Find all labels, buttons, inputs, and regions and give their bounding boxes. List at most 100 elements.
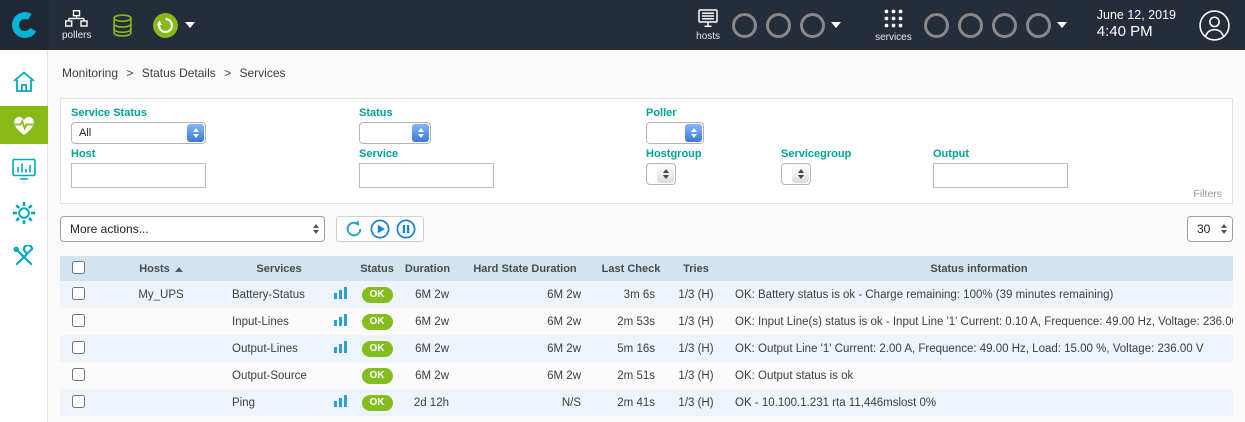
sidebar-item-home[interactable] [0,62,48,100]
row-checkbox[interactable] [72,314,85,327]
last-check-cell: 2m 53s [595,308,667,335]
header-services[interactable]: Services [226,256,326,281]
row-checkbox[interactable] [72,287,85,300]
more-actions-select[interactable]: More actions... [60,216,325,242]
select-arrows-icon [187,124,204,142]
host-name-cell[interactable]: My_UPS [96,281,226,308]
status-information-cell: OK: Output Line '1' Current: 2.00 A, Fre… [725,335,1233,362]
services-label: services [875,32,912,43]
status-information-cell: OK: Input Line(s) status is ok - Input L… [725,308,1233,335]
status-badge: OK [362,287,393,303]
breadcrumb-services[interactable]: Services [239,66,285,80]
reporting-chart-icon [12,158,36,180]
row-checkbox[interactable] [72,341,85,354]
hard-state-duration-cell: 6M 2w [455,308,595,335]
current-date: June 12, 2019 [1097,8,1176,24]
service-graph-icon[interactable] [334,314,347,329]
header-hosts[interactable]: Hosts [96,256,226,281]
service-table-row: Output-Source OK 6M 2w 6M 2w 2m 51s 1/3 … [60,362,1233,389]
services-menu[interactable]: services [875,8,912,43]
servicegroup-select[interactable] [781,163,811,185]
refresh-button[interactable] [344,219,364,239]
hosts-chevron-icon[interactable] [831,22,841,28]
service-graph-icon[interactable] [334,395,347,410]
service-name-cell[interactable]: Ping [226,389,326,416]
last-check-cell: 2m 41s [595,389,667,416]
service-name-cell[interactable]: Output-Lines [226,335,326,362]
pollers-icon [65,10,88,27]
output-label: Output [933,148,969,160]
host-filter-input[interactable] [71,163,206,188]
database-status-icon[interactable] [111,14,134,37]
counter-badge[interactable] [766,13,791,38]
row-checkbox[interactable] [72,395,85,408]
poller-label: Poller [646,107,677,119]
status-badge: OK [362,395,393,411]
more-actions-value: More actions... [70,222,149,236]
sidebar-item-administration[interactable] [0,238,48,276]
pollers-label: pollers [62,30,91,41]
hard-state-duration-cell: 6M 2w [455,362,595,389]
sidebar-item-monitoring[interactable] [0,106,48,144]
tries-cell: 1/3 (H) [667,335,725,362]
host-name-cell[interactable] [96,389,226,416]
poller-status-chevron-icon[interactable] [185,22,195,28]
service-table-row: Input-Lines OK 6M 2w 6M 2w 2m 53s 1/3 (H… [60,308,1233,335]
play-button[interactable] [370,219,390,239]
sidebar-item-configuration[interactable] [0,194,48,232]
monitoring-heart-icon [11,113,37,137]
header-duration[interactable]: Duration [400,256,455,281]
pollers-menu[interactable]: pollers [62,10,91,41]
counter-badge[interactable] [924,13,949,38]
header-status[interactable]: Status [354,256,400,281]
host-name-cell[interactable] [96,335,226,362]
counter-badge[interactable] [800,13,825,38]
sidebar [0,50,48,422]
service-filter-input[interactable] [359,163,494,188]
pause-icon [396,219,416,239]
hard-state-duration-cell: 6M 2w [455,335,595,362]
counter-badge[interactable] [992,13,1017,38]
hosts-menu[interactable]: hosts [696,9,720,42]
host-name-cell[interactable] [96,308,226,335]
hosts-label: hosts [696,31,720,42]
service-name-cell[interactable]: Input-Lines [226,308,326,335]
output-filter-input[interactable] [933,163,1068,188]
breadcrumb: Monitoring > Status Details > Services [62,66,291,80]
service-name-cell[interactable]: Battery-Status [226,281,326,308]
poller-select[interactable] [646,122,704,144]
sidebar-item-reporting[interactable] [0,150,48,188]
header-hard-state-duration[interactable]: Hard State Duration [455,256,595,281]
pause-button[interactable] [396,219,416,239]
select-all-checkbox[interactable] [72,261,85,274]
select-arrows-icon [657,165,674,183]
row-checkbox[interactable] [72,368,85,381]
service-graph-icon[interactable] [334,341,347,356]
service-graph-icon[interactable] [334,287,347,302]
status-information-cell: OK - 10.100.1.231 rta 11,446mslost 0% [725,389,1233,416]
header-last-check[interactable]: Last Check [595,256,667,281]
centreon-logo[interactable] [0,0,49,50]
duration-cell: 6M 2w [400,335,455,362]
hostgroup-select[interactable] [646,163,676,185]
page-size-select[interactable]: 30 [1187,216,1233,242]
hostgroup-label: Hostgroup [646,148,702,160]
header-tries[interactable]: Tries [667,256,725,281]
counter-badge[interactable] [732,13,757,38]
user-account-button[interactable] [1198,9,1231,42]
counter-badge[interactable] [958,13,983,38]
service-name-cell[interactable]: Output-Source [226,362,326,389]
select-arrows-icon [792,165,809,183]
header-status-information[interactable]: Status information [725,256,1233,281]
status-select[interactable] [359,122,431,144]
filters-caption: Filters [1193,188,1222,200]
breadcrumb-status-details[interactable]: Status Details [142,66,216,80]
services-chevron-icon[interactable] [1057,22,1067,28]
poller-ok-status-icon[interactable] [152,12,179,39]
counter-badge[interactable] [1026,13,1051,38]
host-name-cell[interactable] [96,362,226,389]
service-status-label: Service Status [71,107,147,119]
service-status-select[interactable]: All [71,122,206,144]
duration-cell: 6M 2w [400,281,455,308]
breadcrumb-monitoring[interactable]: Monitoring [62,66,118,80]
